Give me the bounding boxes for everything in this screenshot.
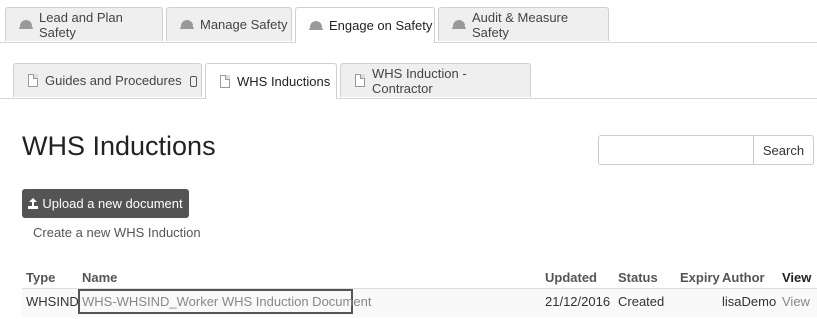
tab-whs-inductions[interactable]: WHS Inductions (205, 63, 337, 99)
tab-label: Guides and Procedures (45, 73, 182, 88)
page-title: WHS Inductions (22, 131, 216, 161)
cell-updated: 21/12/2016 (545, 294, 611, 309)
tab-label: Engage on Safety (329, 18, 433, 33)
upload-document-button[interactable]: Upload a new document (22, 189, 189, 218)
cell-status: Created (618, 294, 665, 309)
column-header-view: View (782, 270, 812, 285)
mobile-icon (189, 76, 197, 87)
sub-tab-bar: Guides and Procedures WHS Inductions WHS… (0, 63, 817, 99)
dome-icon (452, 20, 466, 29)
main-tab-bar: Lead and Plan Safety Manage Safety Engag… (0, 7, 817, 43)
search-input[interactable] (598, 135, 754, 165)
document-icon (220, 75, 230, 88)
tab-lead-and-plan-safety[interactable]: Lead and Plan Safety (5, 7, 163, 41)
document-icon (355, 74, 365, 87)
cell-type: WHSIND (26, 294, 79, 309)
tab-manage-safety[interactable]: Manage Safety (166, 7, 292, 41)
create-induction-hint: Create a new WHS Induction (33, 225, 201, 240)
column-header-name[interactable]: Name (82, 270, 117, 285)
upload-button-label: Upload a new document (42, 196, 183, 211)
dome-icon (180, 20, 194, 29)
tab-audit-and-measure-safety[interactable]: Audit & Measure Safety (438, 7, 609, 41)
column-header-updated[interactable]: Updated (545, 270, 597, 285)
upload-icon (28, 198, 39, 209)
dome-icon (19, 20, 33, 29)
dome-icon (309, 21, 323, 30)
document-icon (28, 74, 38, 87)
tab-label: WHS Induction - Contractor (372, 65, 467, 96)
cell-author: lisaDemo (722, 294, 777, 309)
document-name-link[interactable]: WHS-WHSIND_Worker WHS Induction Document (82, 294, 371, 309)
column-header-status[interactable]: Status (618, 270, 658, 285)
column-header-author[interactable]: Author (722, 270, 765, 285)
tab-guides-and-procedures[interactable]: Guides and Procedures (13, 63, 202, 97)
tab-label: WHS Inductions (237, 74, 331, 89)
view-link[interactable]: View (782, 294, 810, 309)
tab-label: Lead and Plan Safety (39, 9, 123, 40)
tab-engage-on-safety[interactable]: Engage on Safety (295, 7, 435, 43)
tab-label: Audit & Measure Safety (472, 9, 569, 40)
tab-whs-induction-contractor[interactable]: WHS Induction - Contractor (340, 63, 531, 97)
tab-label: Manage Safety (200, 17, 288, 32)
search-button[interactable]: Search (754, 135, 814, 165)
column-header-type[interactable]: Type (26, 270, 55, 285)
column-header-expiry[interactable]: Expiry (680, 270, 720, 285)
